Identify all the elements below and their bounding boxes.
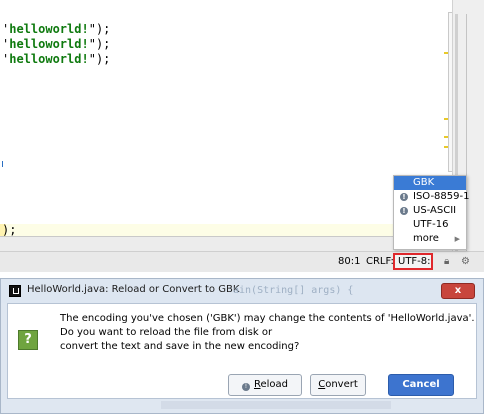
code-area[interactable]: 'helloworld!"); 'helloworld!"); 'hellowo…	[0, 0, 452, 237]
cancel-button[interactable]: Cancel	[388, 374, 454, 396]
dialog-titlebar[interactable]: HelloWorld.java: Reload or Convert to GB…	[1, 279, 483, 303]
line-separator-widget[interactable]: CRLF:	[366, 256, 394, 267]
question-icon: ?	[18, 330, 38, 350]
lock-icon[interactable]: 🔒︎	[444, 256, 449, 267]
warning-icon: !	[241, 383, 250, 391]
background-text-ghost	[161, 401, 391, 409]
reload-convert-dialog: HelloWorld.java: Reload or Convert to GB…	[0, 278, 484, 414]
caret-marker	[2, 161, 3, 167]
encoding-label: UTF-8:	[398, 256, 431, 267]
inspection-icon[interactable]: ⚙	[461, 256, 470, 267]
code-line: 'helloworld!");	[2, 52, 111, 66]
encoding-option-utf-16[interactable]: UTF-16	[394, 218, 466, 232]
submenu-arrow-icon: ▶	[454, 235, 460, 243]
horizontal-scrollbar[interactable]	[0, 237, 452, 251]
message-line: Do you want to reload the file from disk…	[60, 327, 273, 338]
close-button[interactable]: x	[441, 283, 475, 299]
intellij-app-icon	[9, 285, 21, 297]
reload-button[interactable]: ! Reload	[228, 374, 302, 396]
code-line: 'helloworld!");	[2, 37, 111, 51]
warning-icon: !	[400, 193, 408, 201]
message-line: The encoding you've chosen ('GBK') may c…	[60, 313, 475, 324]
encoding-option-us-ascii[interactable]: ! US-ASCII	[394, 204, 466, 218]
dialog-message: The encoding you've chosen ('GBK') may c…	[60, 312, 475, 354]
close-icon: x	[454, 285, 462, 296]
status-bar: 80:1 CRLF: UTF-8: 🔒︎ ⚙	[0, 251, 484, 272]
encoding-option-iso-8859-1[interactable]: ! ISO-8859-1	[394, 190, 469, 204]
screenshot-root: 'helloworld!"); 'helloworld!"); 'hellowo…	[0, 0, 484, 414]
dialog-title: HelloWorld.java: Reload or Convert to GB…	[27, 284, 240, 295]
warning-icon: !	[400, 207, 408, 215]
background-code-hint: ain(String[] args) {	[233, 285, 354, 296]
caret-position[interactable]: 80:1	[338, 256, 360, 267]
code-editor-panel: 'helloworld!"); 'helloworld!"); 'hellowo…	[0, 0, 484, 272]
encoding-widget[interactable]: UTF-8:	[393, 253, 433, 270]
message-line: convert the text and save in the new enc…	[60, 341, 300, 352]
dialog-body: ? The encoding you've chosen ('GBK') may…	[7, 303, 477, 399]
encoding-popup-menu: GBK ! ISO-8859-1 ! US-ASCII UTF-16 more ▶	[393, 175, 469, 250]
convert-button[interactable]: Convert	[310, 374, 366, 396]
encoding-option-more[interactable]: more ▶	[394, 232, 466, 246]
code-line: 'helloworld!");	[2, 22, 111, 36]
encoding-option-gbk[interactable]: GBK	[394, 176, 466, 190]
